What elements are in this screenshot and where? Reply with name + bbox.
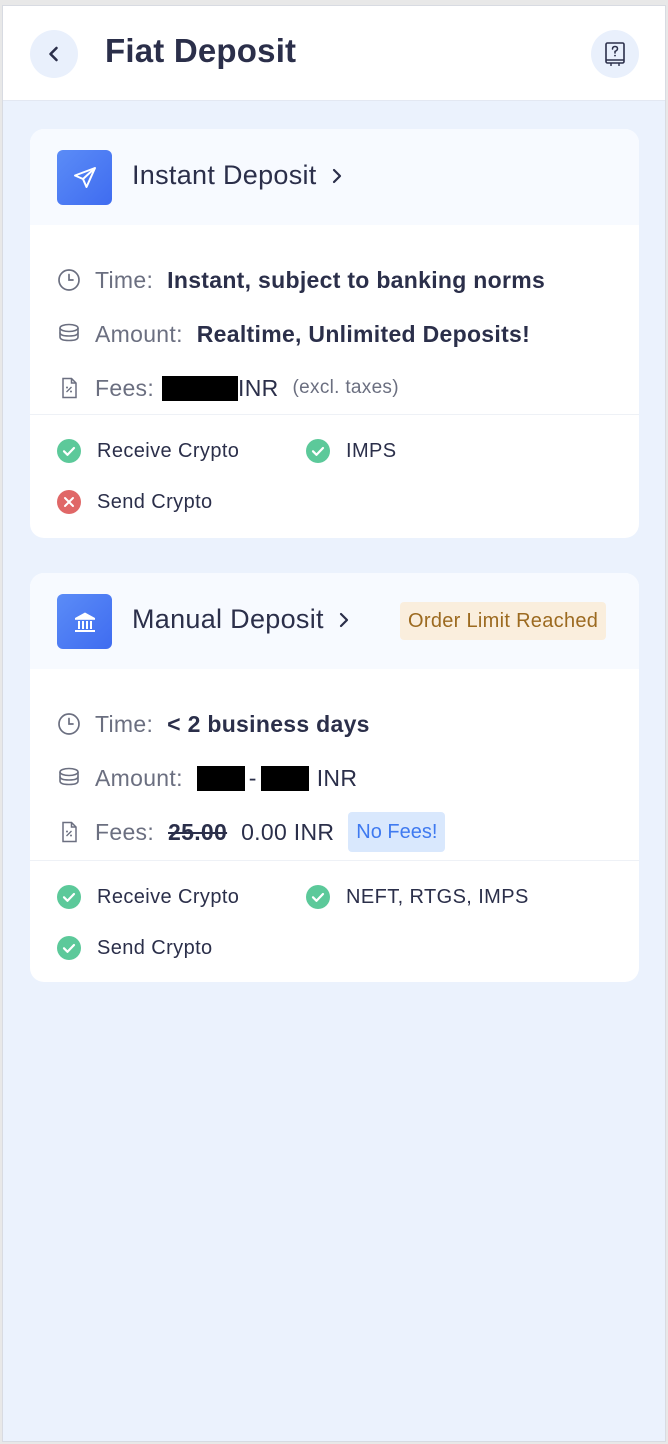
bank-icon — [74, 612, 95, 632]
feature-neft-rtgs-imps: NEFT, RTGS, IMPS — [306, 885, 529, 909]
amount-label: Amount: — [95, 764, 183, 791]
paper-plane-icon — [73, 166, 96, 188]
feature-label: Receive Crypto — [97, 885, 240, 908]
instant-deposit-title: Instant Deposit — [132, 160, 343, 191]
fees-row: Fees: INR (excl. taxes) — [57, 361, 639, 415]
time-row: Time: Instant, subject to banking norms — [57, 253, 639, 307]
feature-receive-crypto: Receive Crypto — [57, 885, 239, 909]
app-frame: Fiat Deposit Instant Deposit Time: Insta… — [2, 5, 666, 1442]
feature-send-crypto: Send Crypto — [57, 936, 213, 960]
page-title: Fiat Deposit — [105, 32, 297, 69]
amount-separator: - — [248, 764, 257, 791]
manual-deposit-header[interactable]: Manual Deposit Order Limit Reached — [30, 573, 639, 669]
amount-row: Amount: - INR — [57, 751, 639, 805]
feature-imps: IMPS — [306, 439, 397, 463]
instant-deposit-title-text: Instant Deposit — [132, 160, 317, 190]
feature-label: IMPS — [346, 439, 397, 462]
redacted-fee-amount — [162, 375, 239, 401]
manual-deposit-details: Time: < 2 business days Amount: - INR Fe… — [30, 669, 639, 861]
fees-label: Fees: — [95, 818, 155, 845]
check-circle-icon — [306, 439, 330, 463]
fees-label: Fees: — [95, 374, 155, 401]
fees-currency: INR — [238, 374, 279, 401]
manual-method-icon-tile — [57, 594, 112, 649]
redacted-min-amount — [196, 765, 245, 791]
manual-features: Receive Crypto NEFT, RTGS, IMPS Send Cry… — [30, 861, 639, 982]
fees-row: Fees: 25.00 0.00 INR No Fees! — [57, 805, 639, 859]
instant-method-icon-tile — [57, 150, 112, 205]
chevron-right-icon — [332, 168, 341, 183]
coins-icon — [57, 322, 81, 346]
no-fees-badge: No Fees! — [348, 812, 446, 852]
top-bar: Fiat Deposit — [3, 6, 665, 101]
help-book-icon — [605, 42, 625, 66]
instant-deposit-details: Time: Instant, subject to banking norms … — [30, 225, 639, 415]
coins-icon — [57, 766, 81, 790]
fee-receipt-icon — [57, 820, 81, 844]
manual-deposit-title: Manual Deposit — [132, 604, 350, 635]
feature-send-crypto: Send Crypto — [57, 490, 213, 514]
chevron-right-icon — [339, 612, 348, 627]
order-limit-badge: Order Limit Reached — [400, 602, 607, 640]
feature-receive-crypto: Receive Crypto — [57, 439, 239, 463]
instant-deposit-card: Instant Deposit Time: Instant, subject t… — [30, 129, 639, 538]
fees-new-value: 0.00 INR — [241, 818, 335, 845]
clock-icon — [57, 268, 81, 292]
redacted-max-amount — [260, 765, 309, 791]
clock-icon — [57, 712, 81, 736]
amount-currency: INR — [316, 764, 358, 791]
time-label: Time: — [95, 266, 154, 293]
time-label: Time: — [95, 710, 154, 737]
check-circle-icon — [306, 885, 330, 909]
time-value: < 2 business days — [167, 710, 370, 737]
feature-label: Send Crypto — [97, 936, 213, 959]
check-circle-icon — [57, 885, 81, 909]
amount-value: Realtime, Unlimited Deposits! — [196, 320, 531, 347]
manual-deposit-title-text: Manual Deposit — [132, 604, 324, 634]
feature-label: NEFT, RTGS, IMPS — [346, 885, 529, 908]
fees-old-value: 25.00 — [168, 818, 228, 845]
chevron-left-icon — [49, 46, 58, 62]
instant-deposit-header[interactable]: Instant Deposit — [30, 129, 639, 225]
manual-deposit-card: Manual Deposit Order Limit Reached Time:… — [30, 573, 639, 982]
help-button[interactable] — [591, 30, 639, 78]
time-value: Instant, subject to banking norms — [167, 266, 546, 293]
amount-label: Amount: — [95, 320, 183, 347]
instant-features: Receive Crypto IMPS Send Crypto — [30, 415, 639, 537]
cross-circle-icon — [57, 490, 81, 514]
check-circle-icon — [57, 439, 81, 463]
time-row: Time: < 2 business days — [57, 697, 639, 751]
fees-note: (excl. taxes) — [292, 377, 399, 398]
back-button[interactable] — [30, 30, 78, 78]
amount-row: Amount: Realtime, Unlimited Deposits! — [57, 307, 639, 361]
check-circle-icon — [57, 936, 81, 960]
feature-label: Send Crypto — [97, 490, 213, 513]
feature-label: Receive Crypto — [97, 439, 240, 462]
fee-receipt-icon — [57, 376, 81, 400]
